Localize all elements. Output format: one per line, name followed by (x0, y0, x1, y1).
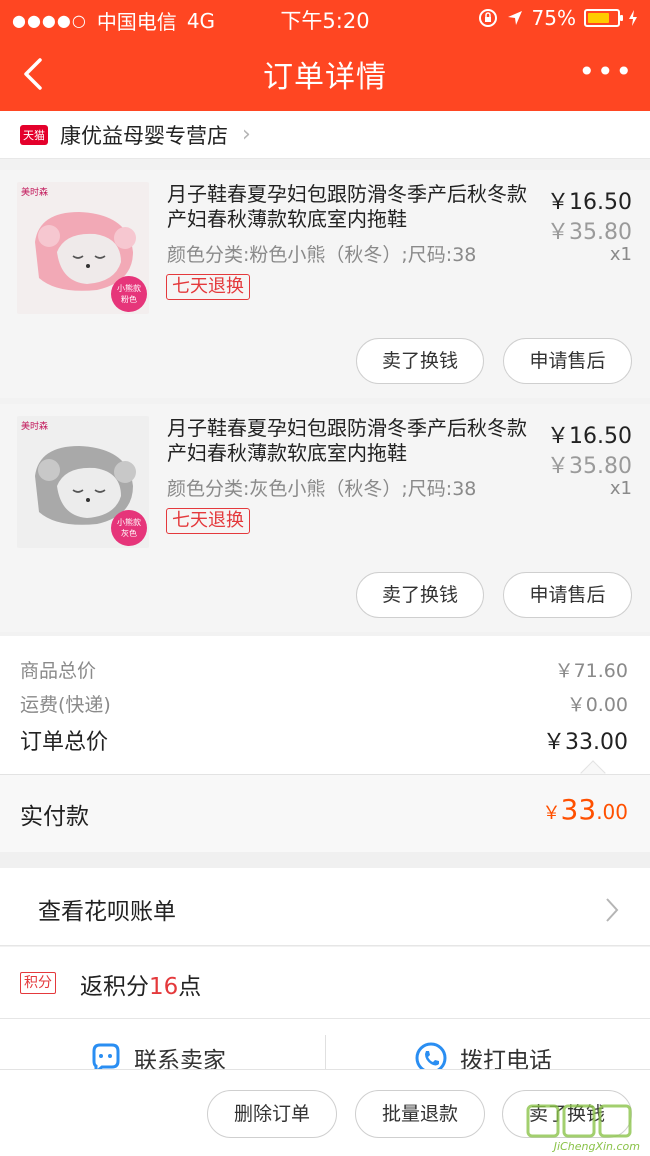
shipping-value: ￥0.00 (566, 694, 628, 716)
thumb-brand: 美时森 (21, 186, 48, 198)
order-total-value: ￥33.00 (543, 730, 628, 755)
goods-total-value: ￥71.60 (554, 660, 628, 682)
contact-row: 联系卖家 拨打电话 (0, 1019, 650, 1069)
product-quantity: x1 (609, 244, 632, 265)
paid-value: ￥33.00 (543, 793, 628, 826)
more-menu-button[interactable]: ••• (578, 58, 634, 86)
product-quantity: x1 (609, 478, 632, 499)
thumb-badge-line1: 小熊款 (117, 517, 141, 527)
section-divider (0, 852, 650, 868)
batch-refund-button[interactable]: 批量退款 (355, 1090, 485, 1138)
thumb-badge-line2: 粉色 (121, 294, 137, 304)
tmall-badge: 天猫 (20, 124, 48, 145)
after-sale-button[interactable]: 申请售后 (503, 572, 632, 618)
thumb-badge-line2: 灰色 (121, 528, 137, 538)
sell-button[interactable]: 卖了换钱 (356, 572, 484, 618)
shop-name: 康优益母婴专营店 (60, 123, 228, 148)
charging-icon (629, 10, 637, 26)
page-title: 订单详情 (263, 60, 387, 95)
chat-icon (92, 1043, 120, 1069)
call-phone-label: 拨打电话 (460, 1048, 552, 1069)
battery-percent: 75% (531, 6, 576, 30)
after-sale-button[interactable]: 申请售后 (503, 338, 632, 384)
product-thumbnail[interactable]: 美时森 小熊款 灰色 (17, 416, 149, 548)
thumb-badge-line1: 小熊款 (117, 283, 141, 293)
product-title[interactable]: 月子鞋春夏孕妇包跟防滑冬季产后秋冬款产妇春秋薄款软底室内拖鞋 (167, 416, 535, 466)
order-summary: 商品总价 ￥71.60 运费(快递) ￥0.00 订单总价 ￥33.00 (0, 636, 650, 786)
delete-order-button[interactable]: 删除订单 (207, 1090, 337, 1138)
product-thumbnail[interactable]: 美时森 小熊款 粉色 (17, 182, 149, 314)
product-original-price: ￥35.80 (547, 220, 632, 245)
header: ●●●●○ 中国电信 4G 下午5:20 75% 订单详情 ••• (0, 0, 650, 111)
points-badge: 积分 (20, 972, 56, 994)
nav-bar: 订单详情 ••• (0, 36, 650, 111)
contact-seller-label: 联系卖家 (134, 1048, 226, 1069)
phone-icon (415, 1042, 447, 1069)
rotation-lock-icon (478, 9, 497, 27)
contact-seller-button[interactable]: 联系卖家 (88, 1041, 226, 1069)
chevron-right-icon (606, 898, 619, 922)
shop-row[interactable]: 天猫 康优益母婴专营店 › (0, 111, 650, 159)
return-policy-tag: 七天退换 (166, 508, 250, 534)
huabei-label: 查看花呗账单 (38, 899, 176, 925)
points-number: 16 (149, 974, 179, 1000)
paid-currency: ￥ (542, 803, 561, 824)
order-item[interactable]: 美时森 小熊款 灰色 月子鞋春夏孕妇包跟防滑冬季产后秋冬款产妇春秋薄款软底室内拖… (0, 404, 650, 632)
goods-total-label: 商品总价 (20, 660, 97, 682)
paid-integer: 33 (560, 793, 597, 826)
sell-button[interactable]: 卖了换钱 (356, 338, 484, 384)
product-spec: 颜色分类:粉色小熊（秋冬）;尺码:38 (167, 244, 477, 266)
order-total-label: 订单总价 (20, 730, 109, 755)
points-row: 积分 返积分16点 (0, 947, 650, 1019)
status-bar: ●●●●○ 中国电信 4G 下午5:20 75% (0, 0, 650, 36)
call-phone-button[interactable]: 拨打电话 (414, 1041, 552, 1069)
product-price: ￥16.50 (547, 190, 632, 215)
battery-icon (584, 9, 623, 27)
product-spec: 颜色分类:灰色小熊（秋冬）;尺码:38 (167, 478, 477, 500)
divider (325, 1035, 326, 1069)
thumb-brand: 美时森 (21, 420, 48, 432)
points-prefix: 返积分 (80, 974, 149, 1000)
location-arrow-icon (507, 11, 522, 25)
return-policy-tag: 七天退换 (166, 274, 250, 300)
product-price: ￥16.50 (547, 424, 632, 449)
huabei-bill-row[interactable]: 查看花呗账单 (0, 868, 650, 946)
product-title[interactable]: 月子鞋春夏孕妇包跟防滑冬季产后秋冬款产妇春秋薄款软底室内拖鞋 (167, 182, 535, 232)
shipping-label: 运费(快递) (20, 694, 111, 716)
paid-amount-row: 实付款 ￥33.00 (0, 774, 650, 852)
watermark-text: JiChengXin.com (553, 1140, 640, 1153)
points-suffix: 点 (178, 974, 202, 1000)
paid-label: 实付款 (20, 804, 89, 830)
product-original-price: ￥35.80 (547, 454, 632, 479)
order-item[interactable]: 美时森 小熊款 粉色 月子鞋春夏孕妇包跟防滑冬季产后秋冬款产妇春秋薄款软底室内拖… (0, 170, 650, 398)
points-text: 返积分16点 (80, 967, 201, 1001)
paid-decimal: .00 (596, 800, 628, 824)
chevron-right-icon: › (242, 122, 251, 147)
